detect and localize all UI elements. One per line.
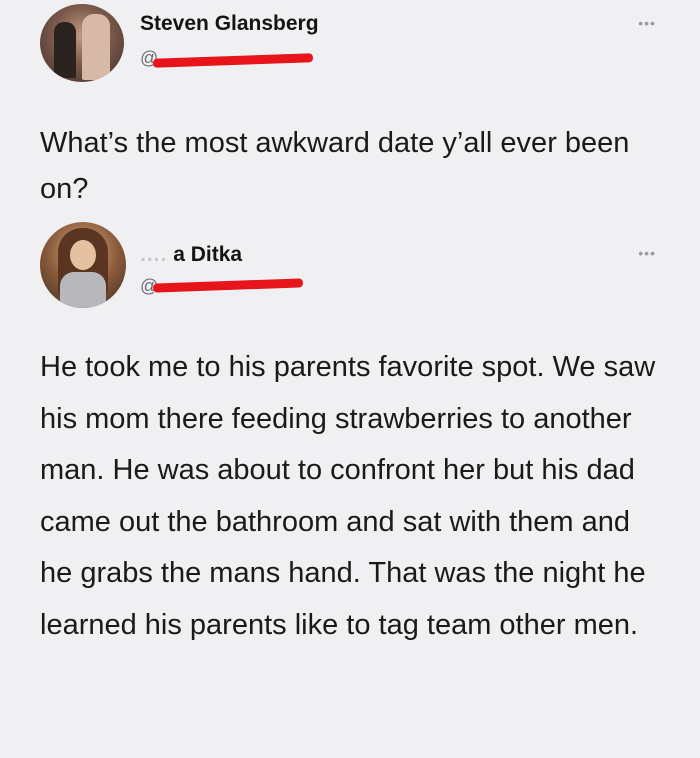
display-name[interactable]: .... a Ditka [140, 243, 242, 267]
display-name-visible: a Ditka [173, 243, 243, 266]
display-name[interactable]: Steven Glansberg [140, 12, 319, 36]
avatar[interactable] [40, 222, 126, 308]
obscured-name-part: .... [140, 243, 168, 266]
avatar-figure [54, 22, 76, 78]
tweet-text: He took me to his parents favorite spot.… [40, 351, 656, 641]
more-options-icon[interactable]: ••• [638, 16, 656, 30]
tweet-text: What’s the most awkward date y’all ever … [40, 127, 630, 205]
more-options-icon[interactable]: ••• [638, 246, 656, 260]
avatar-figure [82, 14, 110, 80]
avatar-face [70, 240, 96, 270]
avatar-body [60, 272, 106, 308]
handle-redaction [152, 278, 304, 293]
handle-redaction [152, 53, 314, 68]
avatar[interactable] [40, 4, 124, 82]
